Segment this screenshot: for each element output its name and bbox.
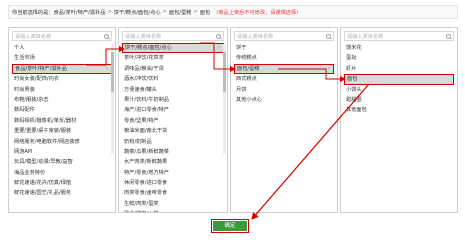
arrow-to-confirm bbox=[251, 83, 370, 220]
arrow-to-column-3 bbox=[200, 42, 236, 72]
arrow-to-column-2 bbox=[86, 46, 125, 66]
annotation-arrows bbox=[86, 42, 370, 220]
arrow-to-column-4 bbox=[278, 68, 346, 82]
